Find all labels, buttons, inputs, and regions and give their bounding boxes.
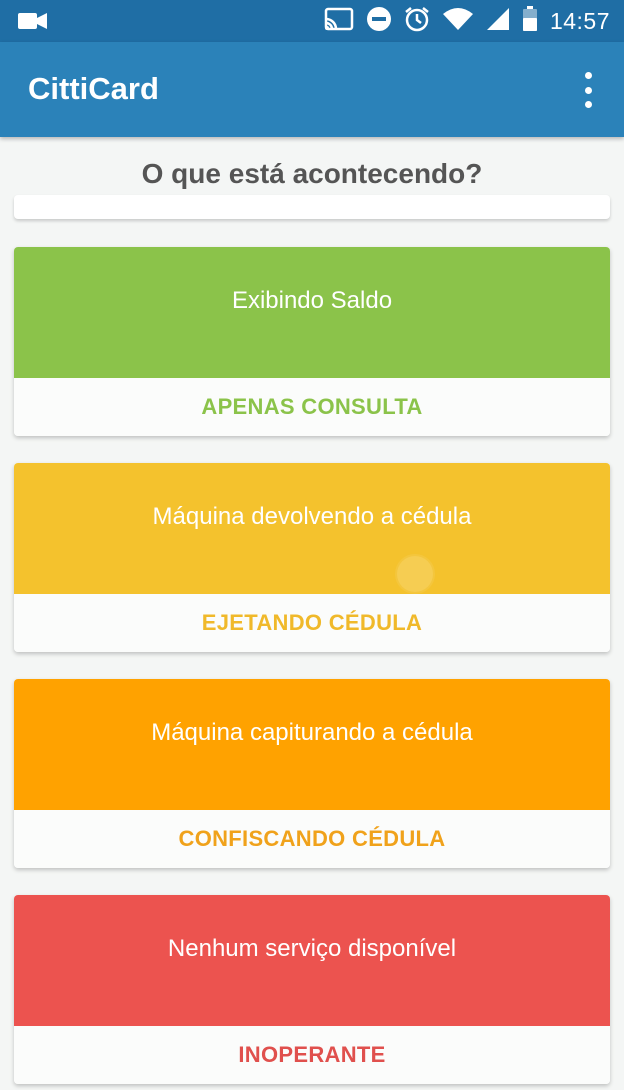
card-description-area[interactable]: Exibindo Saldo [14,247,610,378]
card-description-area[interactable]: Máquina devolvendo a cédula [14,463,610,594]
partial-card[interactable] [14,195,610,219]
wifi-icon [442,7,474,35]
card-description: Máquina capiturando a cédula [151,718,473,746]
card-description-area[interactable]: Máquina capiturando a cédula [14,679,610,810]
battery-icon [522,6,538,36]
touch-ripple [397,556,433,592]
overflow-dot [584,101,592,108]
do-not-disturb-icon [366,6,392,36]
card-description: Máquina devolvendo a cédula [152,502,472,530]
signal-icon [486,7,510,35]
card-action-label: CONFISCANDO CÉDULA [178,826,446,851]
page-title: O que está acontecendo? [141,158,483,189]
alarm-icon [404,6,430,36]
app-bar: CittiCard [0,42,624,137]
card-action-button[interactable]: INOPERANTE [14,1026,610,1084]
overflow-dot [584,72,592,79]
cast-icon [324,7,354,35]
status-card-saldo[interactable]: Exibindo Saldo APENAS CONSULTA [14,247,610,436]
card-action-label: APENAS CONSULTA [201,394,423,419]
status-time: 14:57 [549,7,610,34]
status-card-inoperante[interactable]: Nenhum serviço disponível INOPERANTE [14,895,610,1084]
overflow-menu-icon[interactable] [578,72,598,108]
card-action-button[interactable]: CONFISCANDO CÉDULA [14,810,610,868]
card-action-button[interactable]: EJETANDO CÉDULA [14,594,610,652]
card-description: Exibindo Saldo [231,286,393,314]
card-action-label: INOPERANTE [238,1042,386,1067]
card-description: Nenhum serviço disponível [167,934,457,962]
card-description-area[interactable]: Nenhum serviço disponível [14,895,610,1026]
card-action-button[interactable]: APENAS CONSULTA [14,378,610,436]
status-card-ejetando[interactable]: Máquina devolvendo a cédula EJETANDO CÉD… [14,463,610,652]
status-bar: 14:57 [0,0,624,42]
video-camera-icon [18,12,48,34]
overflow-dot [584,86,592,94]
status-card-confiscando[interactable]: Máquina capiturando a cédula CONFISCANDO… [14,679,610,868]
card-action-label: EJETANDO CÉDULA [201,610,423,635]
app-title: CittiCard [28,71,159,106]
